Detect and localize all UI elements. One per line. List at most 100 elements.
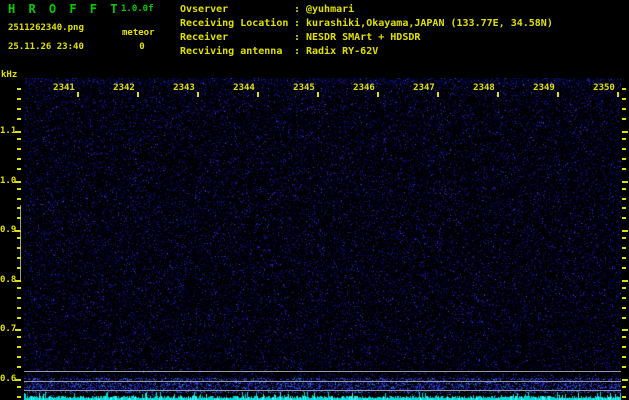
y-axis-freq-label: 0.9 [0, 225, 14, 235]
y-axis-minor-tick-right [622, 346, 626, 348]
x-axis-minute-tick [617, 92, 619, 97]
x-axis-time-label: 2344 [230, 83, 258, 93]
y-axis-major-tick [15, 230, 21, 232]
spectrogram-canvas [24, 78, 621, 400]
y-axis-minor-tick [17, 366, 21, 368]
y-axis-major-tick [15, 329, 21, 331]
y-axis-minor-tick [17, 356, 21, 358]
level-line-2 [24, 381, 621, 382]
y-axis-minor-tick-right [622, 148, 626, 150]
level-line-3 [24, 390, 621, 391]
y-axis-minor-tick [17, 297, 21, 299]
x-axis-time-label: 2350 [590, 83, 618, 93]
y-axis-minor-tick-right [622, 307, 626, 309]
observer-value: @yuhmari [306, 3, 354, 17]
level-line-1 [24, 371, 621, 372]
x-axis-minute-tick [317, 92, 319, 97]
y-axis-minor-tick-right [622, 267, 626, 269]
y-axis-minor-tick [17, 148, 21, 150]
y-axis-major-tick-right [622, 181, 628, 183]
receiver-value: NESDR SMArt + HDSDR [306, 31, 420, 45]
receiver-label: Receiver [180, 31, 294, 45]
y-axis-freq-label: 0.6 [0, 374, 14, 384]
y-axis-minor-tick-right [622, 207, 626, 209]
y-axis-major-tick-right [622, 131, 628, 133]
y-axis-minor-tick [17, 98, 21, 100]
info-row-receiver: Receiver: NESDR SMArt + HDSDR [180, 31, 553, 45]
y-axis-major-tick [15, 379, 21, 381]
y-axis-minor-tick [17, 307, 21, 309]
x-axis-time-label: 2346 [350, 83, 378, 93]
meteor-count-label: meteor [122, 28, 155, 38]
x-axis-time-label: 2341 [50, 83, 78, 93]
y-axis-minor-tick-right [622, 287, 626, 289]
y-axis-minor-tick-right [622, 396, 626, 398]
x-axis-minute-tick [137, 92, 139, 97]
separator: : [294, 17, 306, 31]
y-axis-minor-tick [17, 257, 21, 259]
y-axis-minor-tick [17, 317, 21, 319]
y-axis-freq-label: 1.1 [0, 126, 14, 136]
hrofft-window: H R O F F T 1.0.0f 2511262340.png meteor… [0, 0, 629, 400]
y-axis-minor-tick-right [622, 98, 626, 100]
antenna-value: Radix RY-62V [306, 45, 378, 59]
y-axis-minor-tick [17, 88, 21, 90]
y-axis-minor-tick [17, 287, 21, 289]
x-axis-time-label: 2343 [170, 83, 198, 93]
y-axis-minor-tick-right [622, 168, 626, 170]
x-axis-time-label: 2348 [470, 83, 498, 93]
x-axis-time-label: 2347 [410, 83, 438, 93]
x-axis-minute-tick [257, 92, 259, 97]
separator: : [294, 31, 306, 45]
y-axis-minor-tick [17, 108, 21, 110]
antenna-label: Recviving antenna [180, 45, 294, 59]
y-axis-minor-tick-right [622, 217, 626, 219]
y-axis-minor-tick-right [622, 158, 626, 160]
y-axis-unit-label: kHz [1, 70, 17, 80]
info-row-location: Receiving Location: kurashiki,Okayama,JAP… [180, 17, 553, 31]
y-axis-minor-tick [17, 237, 21, 239]
y-axis-freq-label: 0.8 [0, 275, 14, 285]
meteor-count-value: 0 [125, 42, 159, 52]
y-axis-minor-tick [17, 138, 21, 140]
y-axis-minor-tick [17, 217, 21, 219]
y-axis-minor-tick-right [622, 336, 626, 338]
y-axis-minor-tick [17, 336, 21, 338]
location-label: Receiving Location [180, 17, 294, 31]
y-axis-major-tick [15, 280, 21, 282]
app-version: 1.0.0f [121, 4, 154, 14]
y-axis-minor-tick [17, 346, 21, 348]
x-axis-minute-tick [557, 92, 559, 97]
y-axis-minor-tick [17, 118, 21, 120]
y-axis-minor-tick [17, 267, 21, 269]
y-axis-minor-tick [17, 158, 21, 160]
location-value: kurashiki,Okayama,JAPAN (133.77E, 34.58N… [306, 17, 553, 31]
y-axis-freq-label: 1.0 [0, 176, 14, 186]
x-axis-time-label: 2349 [530, 83, 558, 93]
y-axis-major-tick-right [622, 230, 628, 232]
info-row-antenna: Recviving antenna: Radix RY-62V [180, 45, 553, 59]
y-axis-freq-label: 0.7 [0, 324, 14, 334]
observer-label: Ovserver [180, 3, 294, 17]
x-axis-minute-tick [437, 92, 439, 97]
y-axis-major-tick [15, 131, 21, 133]
y-axis-minor-tick-right [622, 237, 626, 239]
x-axis-time-label: 2342 [110, 83, 138, 93]
y-axis-minor-tick [17, 396, 21, 398]
y-axis-minor-tick [17, 207, 21, 209]
app-title: H R O F F T [8, 2, 120, 16]
y-axis-minor-tick-right [622, 356, 626, 358]
y-axis-minor-tick [17, 188, 21, 190]
y-axis-minor-tick-right [622, 188, 626, 190]
y-axis-minor-tick-right [622, 386, 626, 388]
y-axis-minor-tick-right [622, 297, 626, 299]
y-axis-minor-tick-right [622, 118, 626, 120]
separator: : [294, 45, 306, 59]
output-filename: 2511262340.png [8, 23, 84, 33]
observation-datetime: 25.11.26 23:40 [8, 42, 84, 52]
y-axis-minor-tick [17, 247, 21, 249]
y-axis-minor-tick [17, 168, 21, 170]
y-axis-minor-tick [17, 386, 21, 388]
y-axis-minor-tick-right [622, 138, 626, 140]
x-axis-minute-tick [77, 92, 79, 97]
